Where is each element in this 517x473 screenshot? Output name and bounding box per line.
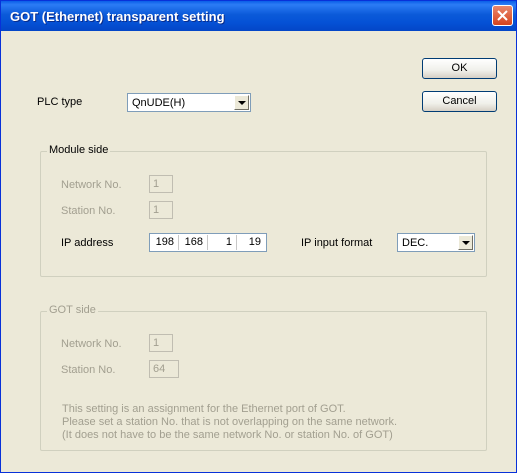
ip-octet[interactable]: 19 <box>237 236 261 248</box>
got-side-note: This setting is an assignment for the Et… <box>62 403 397 442</box>
got-side-title: GOT side <box>47 304 98 316</box>
chevron-down-icon[interactable] <box>458 235 473 250</box>
ip-input-format-select[interactable]: DEC. <box>397 233 475 252</box>
module-side-title: Module side <box>47 144 111 156</box>
note-line: Please set a station No. that is not ove… <box>62 416 398 428</box>
module-station-field: 1 <box>149 201 173 219</box>
got-network-value: 1 <box>153 337 160 349</box>
close-button[interactable] <box>492 5 513 26</box>
ip-octet[interactable]: 1 <box>208 236 232 248</box>
dialog-window: GOT (Ethernet) transparent setting OK Ca… <box>0 0 517 473</box>
note-line: This setting is an assignment for the Et… <box>62 403 346 415</box>
module-side-group: Module side Network No. 1 Station No. 1 … <box>40 144 487 277</box>
got-station-value: 64 <box>153 363 166 375</box>
ip-input-format-label: IP input format <box>301 237 373 249</box>
got-network-label: Network No. <box>61 338 122 350</box>
ip-octet[interactable]: 198 <box>150 236 174 248</box>
module-network-value: 1 <box>153 178 160 190</box>
cancel-button[interactable]: Cancel <box>422 91 497 112</box>
got-side-group: GOT side Network No. 1 Station No. 64 Th… <box>40 304 487 451</box>
ip-octet[interactable]: 168 <box>179 236 203 248</box>
module-network-label: Network No. <box>61 179 122 191</box>
got-station-label: Station No. <box>61 364 116 376</box>
module-station-label: Station No. <box>61 205 116 217</box>
plc-type-label: PLC type <box>37 96 83 108</box>
got-station-field: 64 <box>149 360 179 378</box>
note-line: (It does not have to be the same network… <box>62 429 393 441</box>
ip-address-label: IP address <box>61 237 114 249</box>
module-station-value: 1 <box>153 204 160 216</box>
title-bar[interactable]: GOT (Ethernet) transparent setting <box>1 1 516 31</box>
got-network-field: 1 <box>149 334 173 352</box>
window-title: GOT (Ethernet) transparent setting <box>10 9 225 24</box>
chevron-down-icon[interactable] <box>234 95 249 110</box>
module-network-field: 1 <box>149 175 173 193</box>
close-icon <box>497 10 508 21</box>
ip-address-field[interactable]: 198 168 1 19 <box>149 233 267 252</box>
plc-type-value: QnUDE(H) <box>132 97 186 109</box>
plc-type-select[interactable]: QnUDE(H) <box>127 93 251 112</box>
ok-button[interactable]: OK <box>422 58 497 79</box>
ip-input-format-value: DEC. <box>402 237 429 249</box>
